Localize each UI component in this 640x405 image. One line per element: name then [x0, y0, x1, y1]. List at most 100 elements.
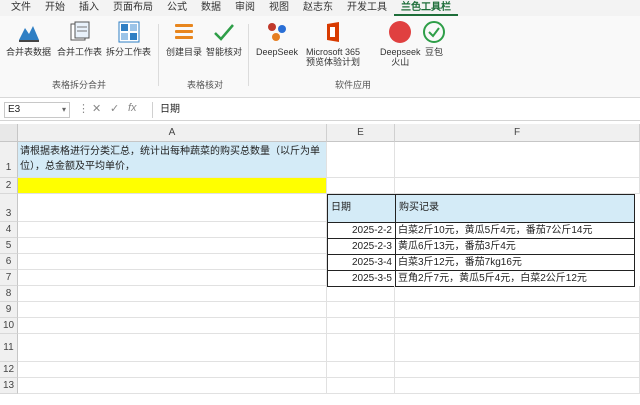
cell-f2[interactable]: [395, 178, 640, 194]
cell-f13[interactable]: [395, 378, 640, 394]
ribbon: 合并表数据 合并工作表 拆分工作表 表格拆分合并 创建目录 智能核对 表格核对 …: [0, 16, 640, 98]
cell-f3-record-header[interactable]: 购买记录: [395, 194, 635, 223]
cancel-formula-icon[interactable]: ✕: [92, 102, 101, 115]
column-header-a[interactable]: A: [18, 124, 327, 142]
row-header[interactable]: 10: [0, 318, 18, 334]
office-icon: [321, 20, 345, 44]
menu-page-layout[interactable]: 页面布局: [106, 0, 160, 16]
row-header[interactable]: 1: [0, 142, 18, 178]
cell-a2[interactable]: [18, 178, 327, 194]
cell-e1[interactable]: [327, 142, 395, 178]
cell-e8[interactable]: [327, 286, 395, 302]
cell-a6[interactable]: [18, 254, 327, 270]
menu-review[interactable]: 审阅: [228, 0, 262, 16]
column-header-e[interactable]: E: [327, 124, 395, 142]
formula-bar: E3 ▾ ⋮ ✕ ✓ fx 日期: [0, 99, 640, 121]
checkmark-icon: [212, 20, 236, 44]
cell-a5[interactable]: [18, 238, 327, 254]
row-header[interactable]: 3: [0, 194, 18, 222]
cell-f8[interactable]: [395, 286, 640, 302]
red-circle-icon: [388, 20, 412, 44]
menu-view[interactable]: 视图: [262, 0, 296, 16]
deepseek-icon: [265, 20, 289, 44]
merge-sheets-icon: [68, 20, 92, 44]
cell-f11[interactable]: [395, 334, 640, 362]
table-cell-date[interactable]: 2025-2-2: [327, 222, 396, 239]
cell-a12[interactable]: [18, 362, 327, 378]
cell-a4[interactable]: [18, 222, 327, 238]
cell-a3[interactable]: [18, 194, 327, 222]
cell-e13[interactable]: [327, 378, 395, 394]
table-cell-record[interactable]: 黄瓜6斤13元，番茄3斤4元: [395, 238, 635, 255]
menu-home[interactable]: 开始: [38, 0, 72, 16]
row-header[interactable]: 4: [0, 222, 18, 238]
toc-list-icon: [172, 20, 196, 44]
microsoft-365-preview-button[interactable]: Microsoft 365 预览体验计划: [306, 20, 360, 67]
menu-file[interactable]: 文件: [4, 0, 38, 16]
cell-a13[interactable]: [18, 378, 327, 394]
cell-a9[interactable]: [18, 302, 327, 318]
row-header[interactable]: 8: [0, 286, 18, 302]
check-circle-icon: [422, 20, 446, 44]
chevron-down-icon[interactable]: ▾: [62, 103, 66, 117]
cell-e10[interactable]: [327, 318, 395, 334]
table-cell-record[interactable]: 豆角2斤7元，黄瓜5斤4元，白菜2公斤12元: [395, 270, 635, 287]
cell-f12[interactable]: [395, 362, 640, 378]
row-header[interactable]: 6: [0, 254, 18, 270]
row-header[interactable]: 13: [0, 378, 18, 394]
insert-function-icon[interactable]: fx: [128, 102, 137, 114]
cell-f1[interactable]: [395, 142, 640, 178]
row-header[interactable]: 11: [0, 334, 18, 362]
table-cell-record[interactable]: 白菜2斤10元，黄瓜5斤4元，番茄7公斤14元: [395, 222, 635, 239]
ribbon-separator: [158, 24, 159, 86]
merge-table-data-button[interactable]: 合并表数据: [6, 20, 51, 57]
row-header[interactable]: 5: [0, 238, 18, 254]
row-header[interactable]: 9: [0, 302, 18, 318]
column-header-f[interactable]: F: [395, 124, 640, 142]
cell-e3-date-header[interactable]: 日期: [327, 194, 396, 223]
cell-f10[interactable]: [395, 318, 640, 334]
formula-input[interactable]: 日期: [160, 102, 180, 118]
row-header[interactable]: 2: [0, 178, 18, 194]
table-cell-date[interactable]: 2025-3-4: [327, 254, 396, 271]
deepseek-volcano-button[interactable]: Deepseek 火山: [380, 20, 421, 67]
dots-icon: ⋮: [78, 103, 89, 115]
group-label-split-merge: 表格拆分合并: [52, 80, 107, 90]
deepseek-button[interactable]: DeepSeek: [256, 20, 298, 57]
table-cell-record[interactable]: 白菜3斤12元，番茄7kg16元: [395, 254, 635, 271]
cell-a8[interactable]: [18, 286, 327, 302]
menu-formulas[interactable]: 公式: [160, 0, 194, 16]
name-box[interactable]: E3 ▾: [4, 102, 70, 118]
cell-f9[interactable]: [395, 302, 640, 318]
create-toc-button[interactable]: 创建目录: [166, 20, 202, 57]
cell-a11[interactable]: [18, 334, 327, 362]
select-all-corner[interactable]: [0, 124, 18, 142]
cell-e12[interactable]: [327, 362, 395, 378]
table-cell-date[interactable]: 2025-3-5: [327, 270, 396, 287]
cell-e11[interactable]: [327, 334, 395, 362]
row-header[interactable]: 7: [0, 270, 18, 286]
smart-check-button[interactable]: 智能核对: [206, 20, 242, 57]
split-worksheet-button[interactable]: 拆分工作表: [106, 20, 151, 57]
cell-a1[interactable]: 请根据表格进行分类汇总，统计出每种蔬菜的购买总数量（以斤为单位），总金额及平均单…: [18, 142, 327, 178]
group-label-check: 表格核对: [187, 80, 224, 90]
spreadsheet-grid: A E F 1 2 3 4 5 6 7 8 9 10 11 12 13 请根据表…: [0, 124, 640, 405]
row-header[interactable]: 12: [0, 362, 18, 378]
menu-data[interactable]: 数据: [194, 0, 228, 16]
menu-lanse-toolbar[interactable]: 兰色工具栏: [394, 0, 458, 16]
doubao-button[interactable]: 豆包: [422, 20, 446, 57]
cell-e9[interactable]: [327, 302, 395, 318]
table-cell-date[interactable]: 2025-2-3: [327, 238, 396, 255]
menu-developer[interactable]: 开发工具: [340, 0, 394, 16]
merge-worksheets-button[interactable]: 合并工作表: [57, 20, 102, 57]
enter-formula-icon[interactable]: ✓: [110, 102, 119, 115]
cell-a10[interactable]: [18, 318, 327, 334]
menu-user[interactable]: 赵志东: [296, 0, 340, 16]
menu-insert[interactable]: 插入: [72, 0, 106, 16]
formula-divider: [152, 102, 153, 118]
ribbon-separator: [248, 24, 249, 86]
cell-e2[interactable]: [327, 178, 395, 194]
merge-data-icon: [17, 20, 41, 44]
split-sheet-icon: [117, 20, 141, 44]
cell-a7[interactable]: [18, 270, 327, 286]
